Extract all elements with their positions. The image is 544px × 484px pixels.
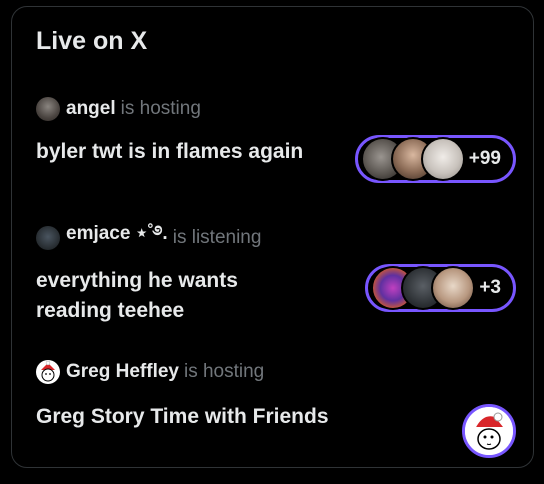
host-name[interactable]: angel [66,98,116,120]
host-role: is listening [172,227,262,248]
live-space-item[interactable]: angel is hosting byler twt is in flames … [36,97,516,197]
host-row: angel is hosting [36,97,516,121]
live-on-x-widget: Live on X angel is hosting byler twt is … [11,6,534,468]
listener-count: +99 [468,148,501,169]
greg-avatar-icon [465,407,513,455]
host-avatar[interactable] [36,97,60,121]
host-name[interactable]: emjace ⋆˚࿔. [66,211,168,265]
host-row: emjace ⋆˚࿔. is listening [36,223,516,250]
greg-avatar-icon [41,360,55,382]
space-title[interactable]: Greg Story Time with Friends [36,402,396,432]
widget-title: Live on X [36,27,148,55]
listener-count: +3 [479,277,501,298]
listener-avatar [420,137,465,181]
live-space-item[interactable]: Greg Heffley is hosting Greg Story Time … [36,360,516,460]
listeners-pill[interactable]: +3 [365,264,516,312]
host-row: Greg Heffley is hosting [36,360,516,384]
space-title[interactable]: byler twt is in flames again [36,137,356,167]
host-role: is hosting [183,361,265,382]
host-speaker-avatar[interactable] [462,404,516,458]
host-name[interactable]: Greg Heffley [66,361,179,383]
space-title[interactable]: everything he wants reading teehee [36,266,276,326]
host-avatar[interactable] [36,360,60,384]
listeners-pill[interactable]: +99 [354,135,516,183]
live-space-item[interactable]: emjace ⋆˚࿔. is listening everything he w… [36,223,516,336]
listener-avatar [431,266,476,310]
host-avatar[interactable] [36,226,60,250]
host-role: is hosting [120,98,201,119]
